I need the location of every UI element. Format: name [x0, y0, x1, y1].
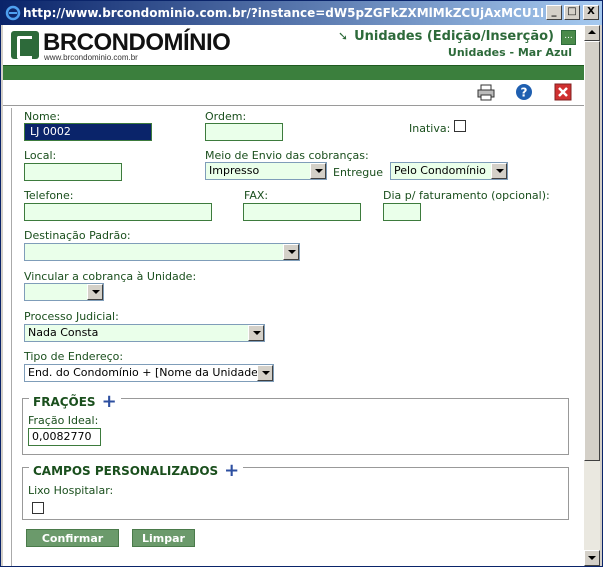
chevron-down-icon[interactable] — [257, 365, 273, 381]
chevron-down-icon[interactable] — [491, 163, 507, 179]
tipo-endereco-value: End. do Condomínio + [Nome da Unidade] — [28, 366, 263, 379]
chevron-down-icon[interactable] — [283, 244, 299, 260]
fax-input[interactable] — [243, 203, 361, 221]
fracoes-legend-text: FRAÇÕES — [33, 395, 96, 409]
campos-legend-text: CAMPOS PERSONALIZADOS — [33, 464, 219, 478]
page-title-text: Unidades (Edição/Inserção) — [354, 29, 554, 44]
campos-fieldset: CAMPOS PERSONALIZADOS + Lixo Hospitalar: — [22, 459, 569, 520]
chevron-down-icon[interactable] — [87, 284, 103, 300]
ordem-input[interactable] — [205, 123, 283, 141]
logo-mark-icon — [11, 31, 39, 59]
scroll-down-button[interactable] — [584, 550, 600, 566]
limpar-button[interactable]: Limpar — [132, 529, 195, 547]
inativa-checkbox[interactable] — [454, 120, 466, 132]
vertical-scrollbar[interactable] — [584, 25, 600, 566]
entregue-select[interactable]: Pelo Condomínio — [390, 162, 508, 180]
nome-input[interactable]: LJ 0002 — [24, 123, 152, 141]
add-campo-icon[interactable]: + — [224, 460, 239, 481]
fax-label: FAX: — [244, 189, 269, 202]
page-content: BRCONDOMÍNIO www.brcondominio.com.br ➘ Un… — [3, 25, 600, 566]
processo-value: Nada Consta — [28, 326, 99, 339]
nome-label: Nome: — [24, 110, 61, 123]
processo-label: Processo Judicial: — [24, 310, 119, 323]
page-title: ➘ Unidades (Edição/Inserção) — [338, 29, 554, 44]
telefone-label: Telefone: — [24, 189, 74, 202]
telefone-input[interactable] — [24, 203, 212, 221]
page-header: BRCONDOMÍNIO www.brcondominio.com.br ➘ Un… — [3, 25, 584, 65]
confirmar-button[interactable]: Confirmar — [26, 529, 119, 547]
fracao-ideal-label: Fração Ideal: — [28, 414, 99, 427]
divider — [3, 105, 584, 106]
vincular-label: Vincular a cobrança à Unidade: — [24, 270, 197, 283]
entregue-value: Pelo Condomínio — [394, 164, 486, 177]
internet-explorer-icon — [5, 5, 21, 21]
page-subtitle: Unidades - Mar Azul — [447, 46, 572, 59]
help-icon[interactable]: ? — [515, 83, 533, 101]
dia-faturamento-input[interactable] — [383, 203, 421, 221]
unit-form: Nome: LJ 0002 Ordem: Inativa: Local: Mei… — [11, 108, 577, 566]
scroll-thumb[interactable] — [584, 41, 600, 461]
header-bar — [3, 65, 584, 80]
toolbar: ? — [3, 81, 584, 103]
destinacao-label: Destinação Padrão: — [24, 229, 131, 242]
meio-envio-value: Impresso — [209, 164, 260, 177]
close-icon[interactable] — [554, 83, 572, 101]
fracoes-fieldset: FRAÇÕES + Fração Ideal: 0,0082770 — [22, 390, 569, 455]
print-icon[interactable] — [477, 83, 495, 101]
meio-envio-label: Meio de Envio das cobranças: — [205, 149, 369, 162]
meio-envio-select[interactable]: Impresso — [205, 162, 327, 180]
local-input[interactable] — [24, 163, 122, 181]
fracoes-legend: FRAÇÕES + — [29, 390, 121, 412]
inativa-label: Inativa: — [409, 122, 451, 135]
chevron-down-icon[interactable] — [248, 325, 264, 341]
chevron-down-icon[interactable] — [310, 163, 326, 179]
add-fracao-icon[interactable]: + — [102, 391, 117, 412]
close-window-button[interactable]: X — [583, 5, 599, 20]
window-title: http://www.brcondominio.com.br/?instance… — [23, 6, 543, 20]
campos-legend: CAMPOS PERSONALIZADOS + — [29, 459, 244, 481]
lixo-hospitalar-checkbox[interactable] — [32, 502, 44, 514]
fracao-ideal-input[interactable]: 0,0082770 — [28, 428, 101, 446]
tipo-endereco-select[interactable]: End. do Condomínio + [Nome da Unidade] — [24, 364, 274, 382]
vincular-select[interactable] — [24, 283, 104, 301]
lixo-hospitalar-label: Lixo Hospitalar: — [28, 484, 114, 497]
browser-window: http://www.brcondominio.com.br/?instance… — [0, 0, 603, 567]
minimize-button[interactable]: _ — [546, 5, 562, 20]
title-bar[interactable]: http://www.brcondominio.com.br/?instance… — [1, 1, 602, 25]
ordem-label: Ordem: — [205, 110, 247, 123]
logo-url: www.brcondominio.com.br — [44, 53, 138, 62]
entregue-label: Entregue — [333, 166, 384, 179]
destinacao-select[interactable] — [24, 243, 300, 261]
local-label: Local: — [24, 149, 57, 162]
menu-button[interactable]: ... — [561, 30, 576, 45]
nome-value: LJ 0002 — [28, 125, 73, 138]
tipo-endereco-label: Tipo de Endereço: — [24, 350, 124, 363]
maximize-button[interactable]: □ — [564, 5, 580, 20]
svg-text:?: ? — [521, 86, 528, 100]
dia-faturamento-label: Dia p/ faturamento (opcional): — [383, 189, 550, 202]
scroll-up-button[interactable] — [584, 25, 600, 41]
processo-select[interactable]: Nada Consta — [24, 324, 265, 342]
arrow-down-right-icon: ➘ — [338, 29, 349, 43]
